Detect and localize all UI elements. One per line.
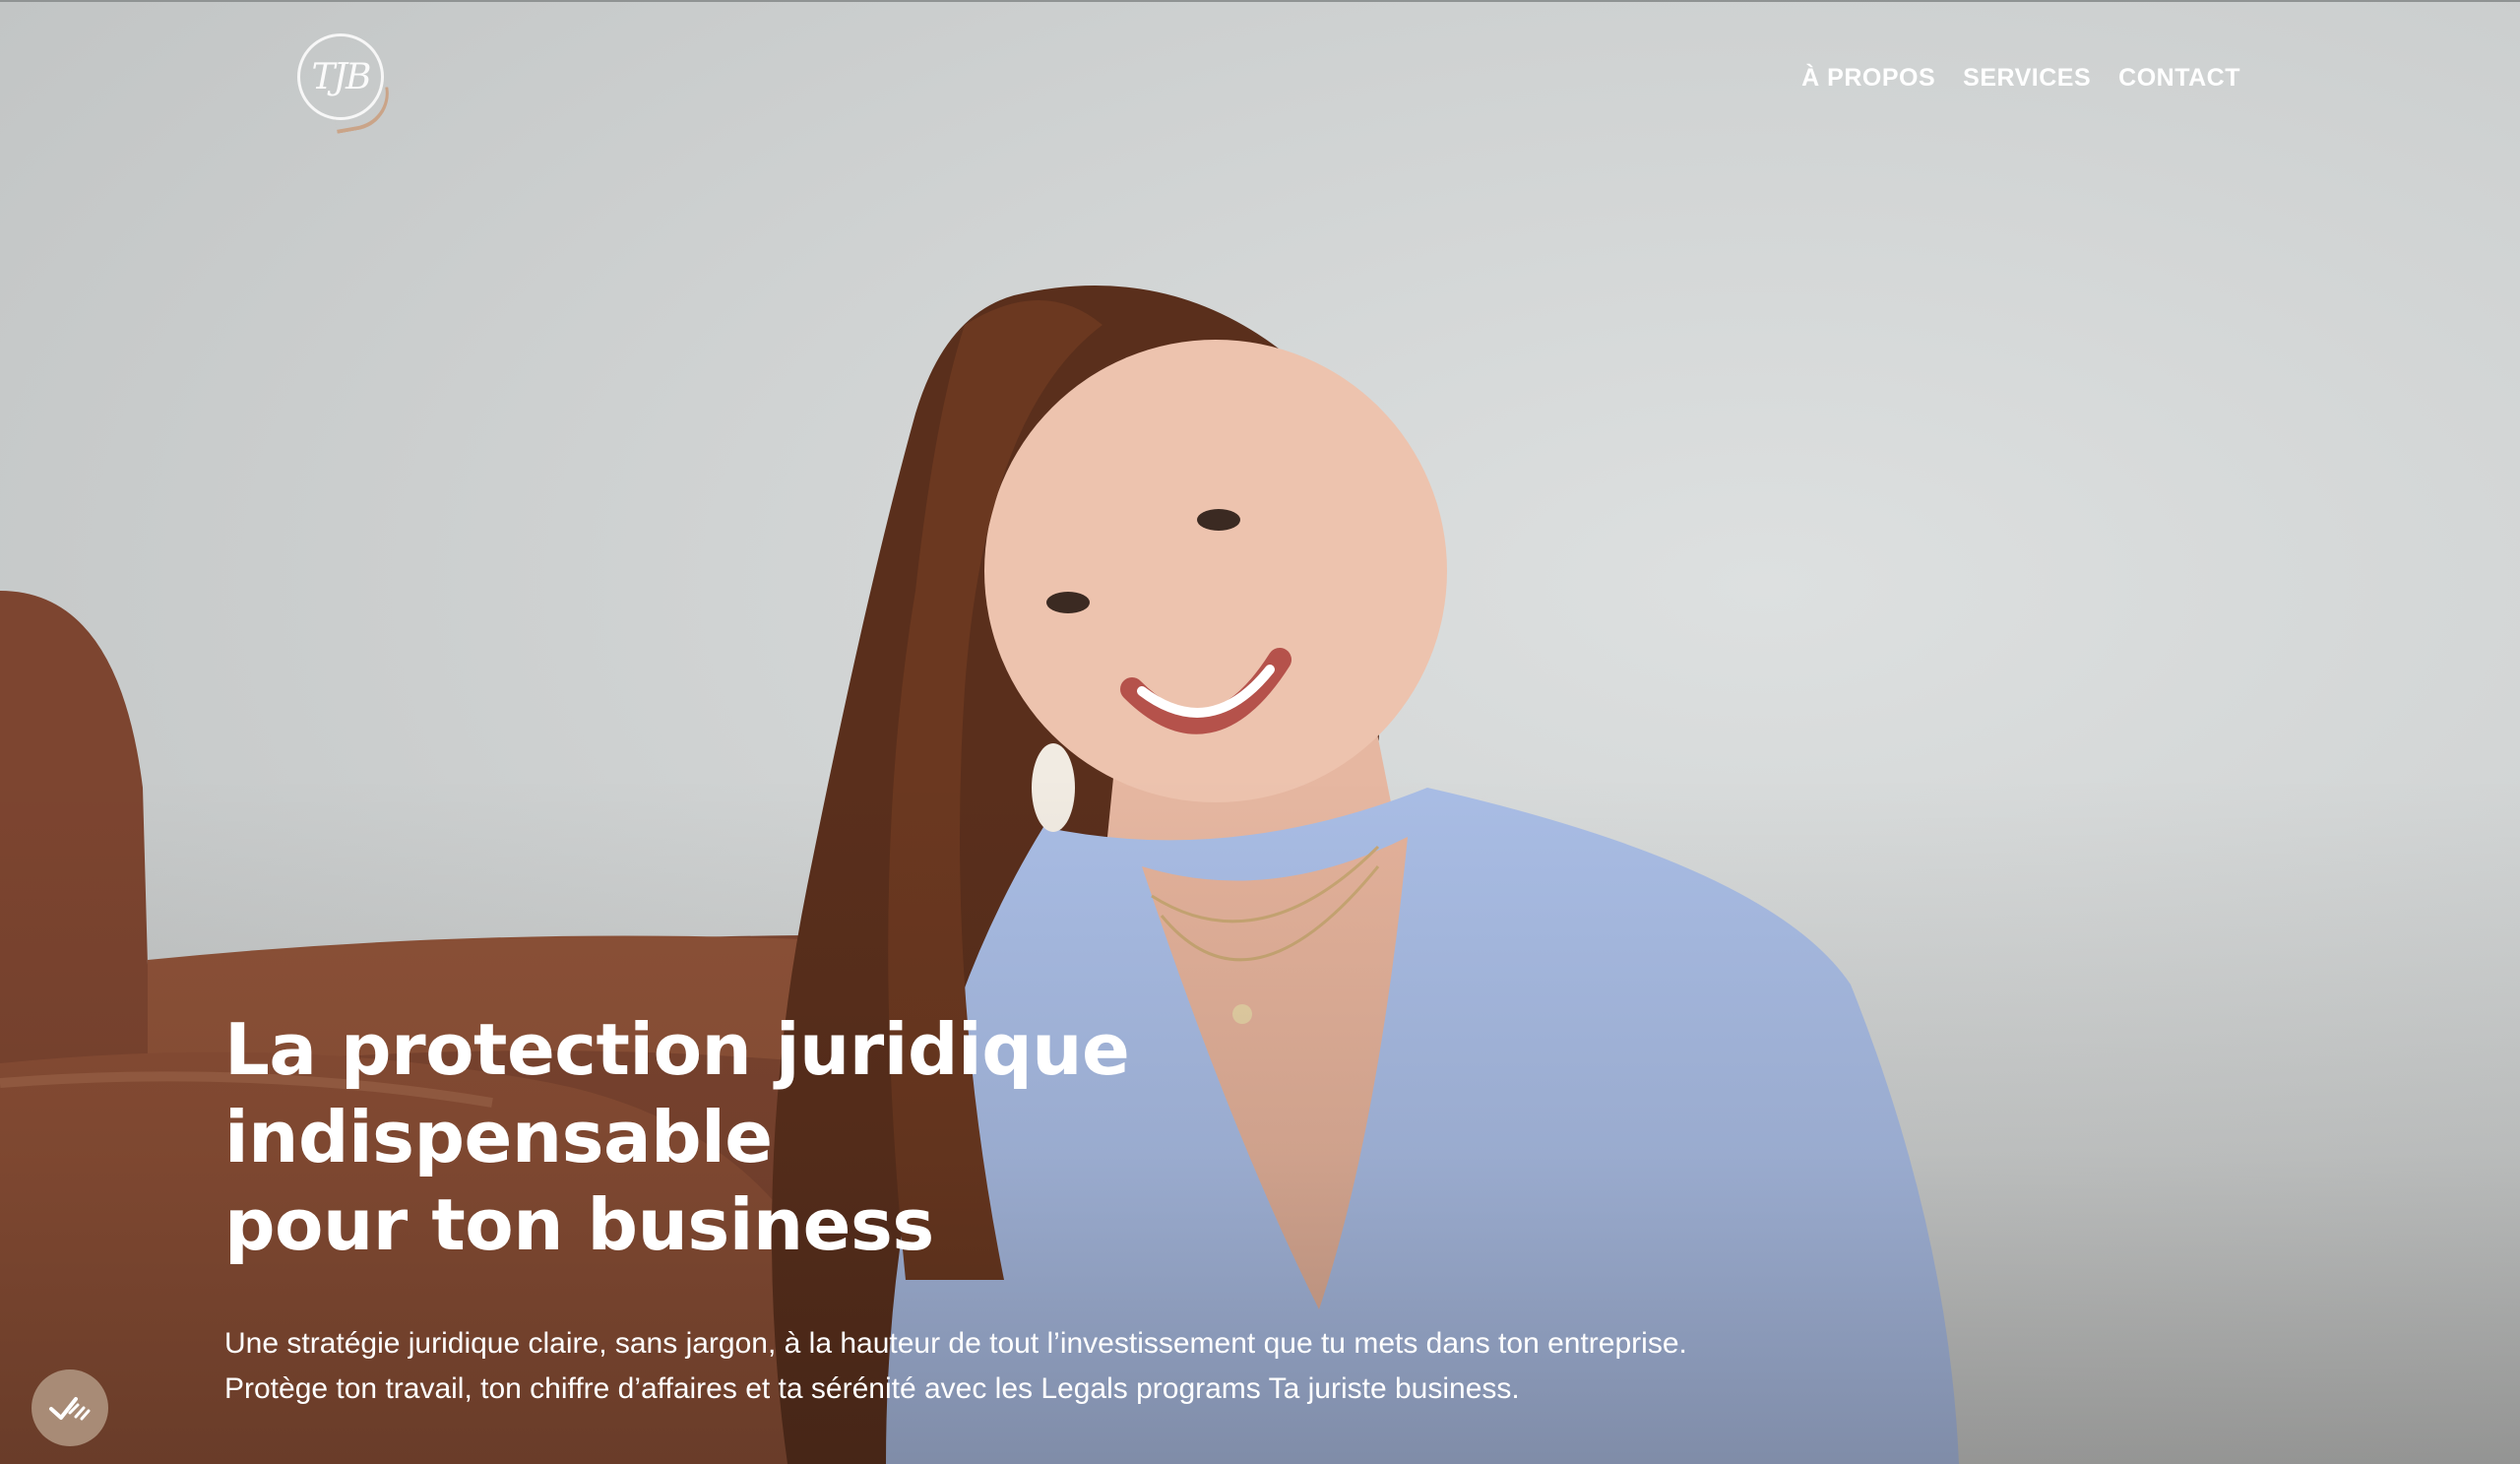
hero-title-line: indispensable — [224, 1096, 773, 1178]
hero-title: La protection juridique indispensable po… — [224, 1006, 1504, 1269]
nav-item-contact[interactable]: CONTACT — [2118, 61, 2240, 95]
hero-subtitle-line: Protège ton travail, ton chiffre d’affai… — [224, 1372, 1520, 1405]
cookie-consent-button[interactable] — [32, 1369, 108, 1446]
site-header: TJB À PROPOS SERVICES CONTACT — [0, 0, 2520, 158]
nav-item-a-propos[interactable]: À PROPOS — [1801, 61, 1935, 95]
page: TJB À PROPOS SERVICES CONTACT La protect… — [0, 0, 2520, 1464]
hero-title-line: La protection juridique — [224, 1008, 1130, 1091]
hero-subtitle: Une stratégie juridique claire, sans jar… — [224, 1321, 2095, 1412]
main-nav: À PROPOS SERVICES CONTACT — [1801, 61, 2240, 95]
site-logo[interactable]: TJB — [297, 33, 395, 134]
hero-subtitle-line: Une stratégie juridique claire, sans jar… — [224, 1327, 1687, 1360]
hero-title-line: pour ton business — [224, 1183, 934, 1266]
nav-item-services[interactable]: SERVICES — [1963, 61, 2091, 95]
double-check-icon — [49, 1397, 91, 1421]
